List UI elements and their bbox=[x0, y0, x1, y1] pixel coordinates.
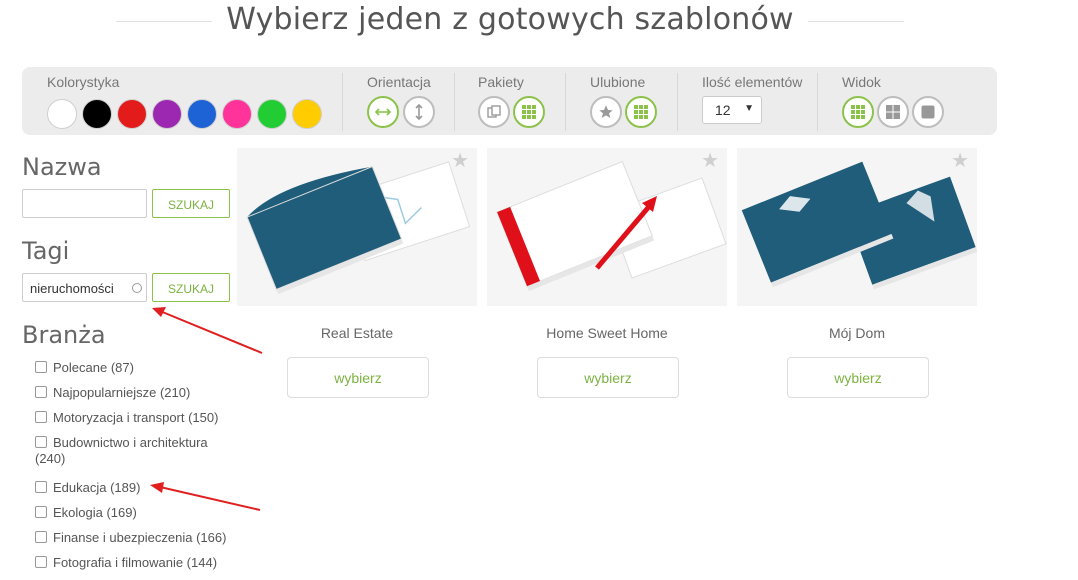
color-swatch-blue[interactable] bbox=[187, 99, 217, 129]
view-large-button[interactable] bbox=[912, 96, 944, 128]
category-checkbox[interactable] bbox=[35, 556, 47, 568]
category-label: Polecane (87) bbox=[53, 360, 134, 375]
category-checkbox[interactable] bbox=[35, 386, 47, 398]
category-label: Edukacja (189) bbox=[53, 480, 141, 495]
category-label: Fotografia i filmowanie (144) bbox=[53, 555, 218, 570]
tags-search-button[interactable]: SZUKAJ bbox=[152, 273, 230, 302]
category-checkbox[interactable] bbox=[35, 436, 47, 448]
category-checkbox[interactable] bbox=[35, 411, 47, 423]
template-thumbnail[interactable] bbox=[237, 148, 477, 306]
color-filter-label: Kolorystyka bbox=[47, 74, 120, 90]
color-swatch-pink[interactable] bbox=[222, 99, 252, 129]
orientation-filter-label: Orientacja bbox=[367, 74, 431, 90]
grid-small-icon bbox=[851, 105, 865, 119]
vertical-arrows-icon bbox=[415, 103, 423, 121]
favorites-filter-label: Ulubione bbox=[590, 74, 646, 90]
name-search-button[interactable]: SZUKAJ bbox=[152, 189, 230, 218]
favorites-filter-group: Ulubione bbox=[565, 67, 677, 135]
orientation-horizontal-button[interactable] bbox=[367, 96, 399, 128]
category-label: Budownictwo i architektura bbox=[53, 435, 208, 450]
view-small-grid-button[interactable] bbox=[842, 96, 874, 128]
category-checkbox[interactable] bbox=[35, 481, 47, 493]
choose-template-button[interactable]: wybierz bbox=[537, 357, 679, 398]
business-card-preview-image bbox=[487, 148, 727, 306]
color-swatch-yellow[interactable] bbox=[292, 99, 322, 129]
view-filter-group: Widok bbox=[817, 67, 997, 135]
template-name: Home Sweet Home bbox=[546, 325, 668, 341]
template-name: Mój Dom bbox=[828, 325, 885, 341]
category-checkbox[interactable] bbox=[35, 361, 47, 373]
annotation-arrow bbox=[150, 482, 261, 511]
branch-heading: Branża bbox=[22, 321, 106, 349]
favorites-all-button[interactable] bbox=[625, 96, 657, 128]
template-name: Real Estate bbox=[320, 325, 394, 341]
favorites-only-button[interactable] bbox=[590, 96, 622, 128]
business-card-preview-image bbox=[737, 148, 977, 306]
category-count: (240) bbox=[35, 451, 66, 466]
grid-icon bbox=[634, 105, 648, 119]
loading-spinner-icon bbox=[132, 283, 142, 293]
star-icon bbox=[599, 105, 613, 118]
color-swatch-black[interactable] bbox=[82, 99, 112, 129]
caret-down-icon: ▼ bbox=[744, 103, 754, 114]
category-label: Finanse i ubezpieczenia (166) bbox=[53, 530, 227, 545]
packages-filter-label: Pakiety bbox=[478, 74, 524, 90]
packages-single-button[interactable] bbox=[478, 96, 510, 128]
name-search-input[interactable] bbox=[22, 189, 147, 218]
favorite-star-icon[interactable]: ★ bbox=[701, 148, 719, 173]
view-medium-grid-button[interactable] bbox=[877, 96, 909, 128]
color-swatch-white[interactable] bbox=[47, 99, 77, 129]
orientation-filter-group: Orientacja bbox=[342, 67, 454, 135]
template-thumbnail[interactable] bbox=[737, 148, 977, 306]
color-filter-group: Kolorystyka bbox=[22, 67, 342, 135]
choose-template-button[interactable]: wybierz bbox=[787, 357, 929, 398]
template-card[interactable]: ★ Home Sweet Home wybierz bbox=[487, 148, 727, 400]
count-filter-label: Ilość elementów bbox=[702, 74, 803, 90]
name-heading: Nazwa bbox=[22, 153, 102, 181]
page-title: Wybierz jeden z gotowych szablonów bbox=[226, 2, 794, 37]
tags-heading: Tagi bbox=[22, 237, 70, 265]
packages-filter-group: Pakiety bbox=[454, 67, 565, 135]
tags-input-value: nieruchomości bbox=[30, 281, 114, 296]
favorite-star-icon[interactable]: ★ bbox=[451, 148, 469, 173]
category-label: Motoryzacja i transport (150) bbox=[53, 410, 219, 425]
view-filter-label: Widok bbox=[842, 74, 881, 90]
grid-medium-icon bbox=[886, 105, 900, 119]
template-thumbnail[interactable] bbox=[487, 148, 727, 306]
copy-icon bbox=[487, 105, 501, 118]
color-swatch-purple[interactable] bbox=[152, 99, 182, 129]
square-icon bbox=[921, 105, 935, 119]
business-card-preview-image bbox=[237, 148, 477, 306]
packages-all-button[interactable] bbox=[513, 96, 545, 128]
category-label: Ekologia (169) bbox=[53, 505, 137, 520]
filter-bar: Kolorystyka Orientacja Pakiety Ulubione … bbox=[22, 67, 997, 135]
favorite-star-icon[interactable]: ★ bbox=[951, 148, 969, 173]
color-swatch-red[interactable] bbox=[117, 99, 147, 129]
template-card[interactable]: ★ Mój Dom wybierz bbox=[737, 148, 977, 400]
color-swatch-green[interactable] bbox=[257, 99, 287, 129]
items-per-page-select[interactable]: 12 ▼ bbox=[702, 96, 762, 124]
template-card[interactable]: ★ Real Estate wybierz bbox=[237, 148, 477, 400]
horizontal-arrows-icon bbox=[374, 108, 392, 116]
category-label: Najpopularniejsze (210) bbox=[53, 385, 191, 400]
tags-search-input[interactable]: nieruchomości bbox=[22, 273, 147, 302]
items-per-page-value: 12 bbox=[715, 102, 731, 118]
choose-template-button[interactable]: wybierz bbox=[287, 357, 429, 398]
grid-icon bbox=[522, 105, 536, 119]
orientation-vertical-button[interactable] bbox=[403, 96, 435, 128]
category-checkbox[interactable] bbox=[35, 506, 47, 518]
category-checkbox[interactable] bbox=[35, 531, 47, 543]
page-header: Wybierz jeden z gotowych szablonów bbox=[0, 0, 1078, 44]
